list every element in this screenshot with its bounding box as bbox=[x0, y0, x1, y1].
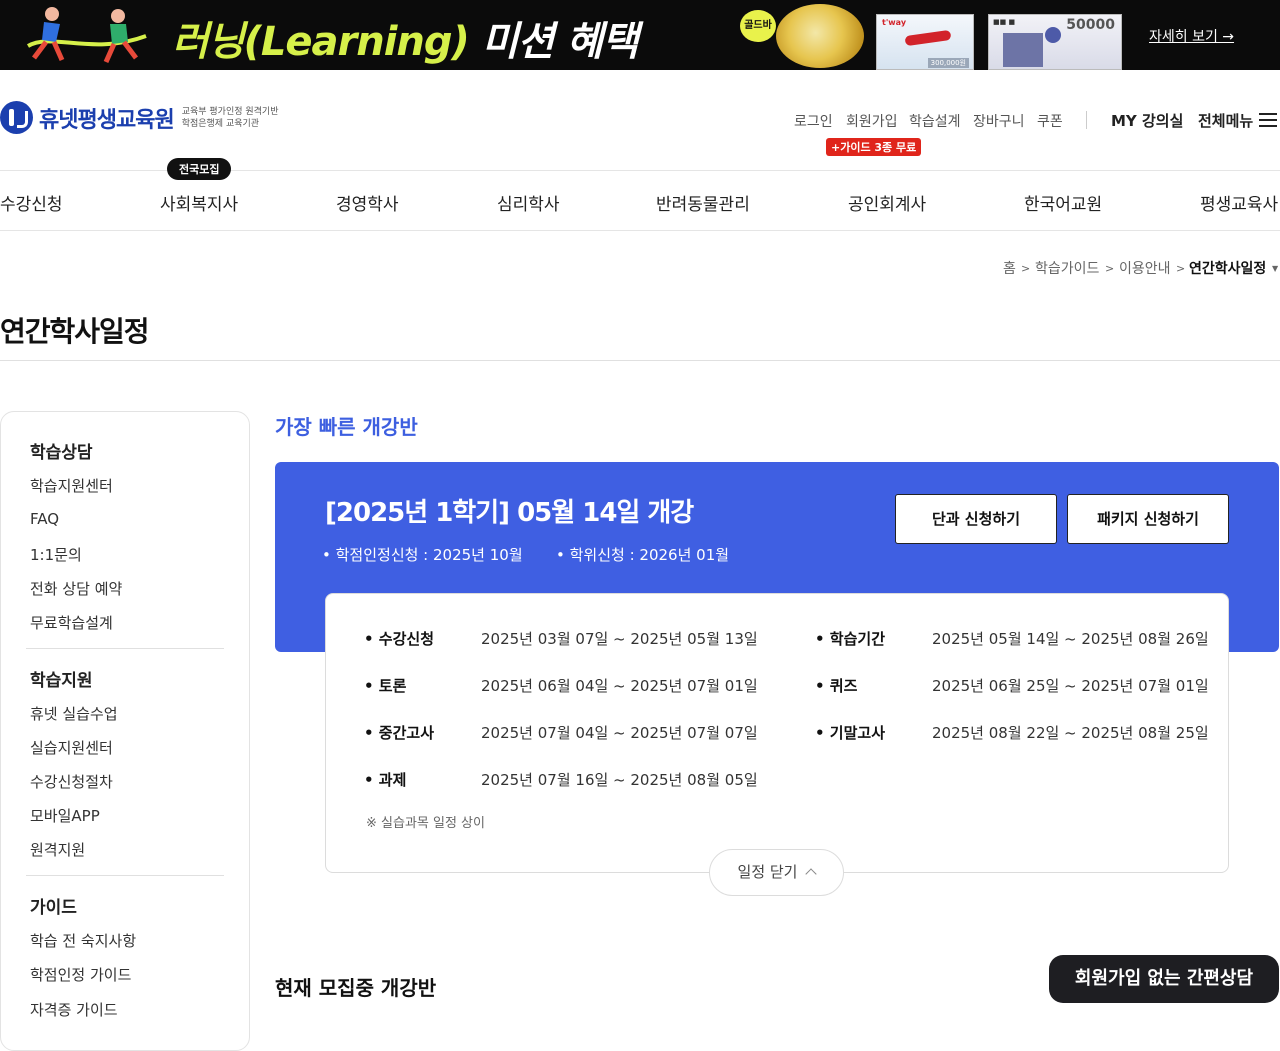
util-divider bbox=[1086, 111, 1087, 129]
schedule-value: 2025년 07월 04일 ~ 2025년 07월 07일 bbox=[481, 724, 758, 742]
sidebar-item-inquiry[interactable]: 1:1문의 bbox=[30, 544, 82, 565]
fastest-class-title: 가장 빠른 개강반 bbox=[275, 415, 418, 439]
gold-rose-image bbox=[776, 4, 864, 68]
quick-consult-button[interactable]: 회원가입 없는 간편상담 bbox=[1049, 955, 1279, 1003]
sidebar-group-support: 학습지원 bbox=[30, 671, 93, 691]
schedule-label: • 학습기간 bbox=[815, 630, 886, 648]
schedule-label: • 과제 bbox=[364, 771, 407, 789]
hamburger-icon[interactable] bbox=[1259, 113, 1277, 127]
airline-gift-card-image: t'way 300,000원 bbox=[876, 14, 974, 70]
title-divider bbox=[0, 360, 1280, 361]
sidebar-item-credit-guide[interactable]: 학점인정 가이드 bbox=[30, 964, 131, 985]
gnb-item-enroll[interactable]: 수강신청 bbox=[0, 190, 63, 215]
schedule-note: ※ 실습과목 일정 상이 bbox=[366, 816, 485, 831]
credit-apply-date: • 학점인정신청 : 2025년 10월 bbox=[322, 546, 523, 564]
sidebar-divider bbox=[26, 648, 224, 649]
breadcrumb-usage[interactable]: 이용안내 bbox=[1119, 258, 1171, 278]
class-open-title: [2025년 1학기] 05월 14일 개강 bbox=[325, 498, 694, 528]
degree-apply-date: • 학위신청 : 2026년 01월 bbox=[556, 546, 730, 564]
sidebar-item-faq[interactable]: FAQ bbox=[30, 510, 59, 528]
single-apply-button[interactable]: 단과 신청하기 bbox=[895, 494, 1057, 544]
logo-mark-icon bbox=[0, 101, 33, 134]
sidebar-item-support-center[interactable]: 학습지원센터 bbox=[30, 475, 113, 496]
close-schedule-button[interactable]: 일정 닫기 bbox=[709, 849, 844, 896]
all-menu-button[interactable]: 전체메뉴 bbox=[1198, 110, 1253, 131]
schedule-label: • 퀴즈 bbox=[815, 677, 858, 695]
sidebar-group-consult: 학습상담 bbox=[30, 443, 93, 463]
runner-illustration-icon bbox=[26, 7, 147, 64]
caret-down-icon[interactable]: ▼ bbox=[1272, 264, 1278, 273]
sidebar-group-guide: 가이드 bbox=[30, 898, 77, 918]
gift-certificate-image: ■■ ■ 50000 bbox=[988, 14, 1122, 70]
sidebar-item-practice-center[interactable]: 실습지원센터 bbox=[30, 737, 113, 758]
sidebar: 학습상담 학습지원센터 FAQ 1:1문의 전화 상담 예약 무료학습설계 학습… bbox=[0, 411, 250, 1051]
banner-headline: 러닝(Learning) 미션 혜택 bbox=[172, 19, 639, 65]
schedule-value: 2025년 08월 22일 ~ 2025년 08월 25일 bbox=[932, 724, 1209, 742]
site-logo[interactable]: 휴넷평생교육원 교육부 평가인정 원격기반 학점은행제 교육기관 bbox=[0, 101, 279, 134]
logo-subtitle: 교육부 평가인정 원격기반 학점은행제 교육기관 bbox=[181, 106, 279, 129]
promo-banner[interactable]: 러닝(Learning) 미션 혜택 골드바 t'way 300,000원 ■■… bbox=[0, 0, 1280, 70]
gnb-divider bbox=[0, 230, 1280, 231]
sidebar-divider bbox=[26, 875, 224, 876]
schedule-value: 2025년 05월 14일 ~ 2025년 08월 26일 bbox=[932, 630, 1209, 648]
schedule-label: • 토론 bbox=[364, 677, 407, 695]
sidebar-item-mobile-app[interactable]: 모바일APP bbox=[30, 805, 100, 826]
package-apply-button[interactable]: 패키지 신청하기 bbox=[1067, 494, 1229, 544]
schedule-value: 2025년 07월 16일 ~ 2025년 08월 05일 bbox=[481, 771, 758, 789]
gold-bar-badge: 골드바 bbox=[740, 10, 776, 42]
schedule-label: • 중간고사 bbox=[364, 724, 435, 742]
schedule-label: • 수강신청 bbox=[364, 630, 435, 648]
nationwide-recruit-badge: 전국모집 bbox=[167, 158, 232, 180]
banner-more-link[interactable]: 자세히 보기 → bbox=[1149, 26, 1234, 46]
cart-link[interactable]: 장바구니 bbox=[973, 111, 1025, 131]
signup-link[interactable]: 회원가입 bbox=[846, 111, 898, 131]
schedule-label: • 기말고사 bbox=[815, 724, 886, 742]
gnb-item-psychology[interactable]: 심리학사 bbox=[497, 190, 560, 215]
schedule-value: 2025년 06월 25일 ~ 2025년 07월 01일 bbox=[932, 677, 1209, 695]
schedule-value: 2025년 03월 07일 ~ 2025년 05월 13일 bbox=[481, 630, 758, 648]
guide-free-badge: +가이드 3종 무료 bbox=[826, 138, 922, 156]
chevron-up-icon bbox=[805, 868, 818, 880]
breadcrumb-study-guide[interactable]: 학습가이드 bbox=[1035, 258, 1099, 278]
sidebar-item-free-plan[interactable]: 무료학습설계 bbox=[30, 612, 113, 633]
gnb-item-cpa[interactable]: 공인회계사 bbox=[848, 190, 926, 215]
chevron-right-icon: > bbox=[1105, 262, 1115, 275]
breadcrumb-home[interactable]: 홈 bbox=[1003, 258, 1016, 278]
sidebar-item-remote-support[interactable]: 원격지원 bbox=[30, 839, 85, 860]
gnb-item-lifelong-edu[interactable]: 평생교육사 bbox=[1200, 190, 1278, 215]
gnb-item-social-worker[interactable]: 사회복지사 bbox=[160, 190, 238, 215]
sidebar-item-practice-class[interactable]: 휴넷 실습수업 bbox=[30, 703, 118, 724]
my-lecture-link[interactable]: MY 강의실 bbox=[1111, 110, 1183, 131]
gnb-item-pet-care[interactable]: 반려동물관리 bbox=[656, 190, 750, 215]
gnb-item-business[interactable]: 경영학사 bbox=[336, 190, 399, 215]
schedule-value: 2025년 06월 04일 ~ 2025년 07월 01일 bbox=[481, 677, 758, 695]
chevron-right-icon: > bbox=[1021, 262, 1031, 275]
sidebar-item-cert-guide[interactable]: 자격증 가이드 bbox=[30, 999, 118, 1020]
gnb-item-korean-teacher[interactable]: 한국어교원 bbox=[1024, 190, 1102, 215]
breadcrumb-current[interactable]: 연간학사일정 bbox=[1189, 258, 1266, 278]
study-plan-link[interactable]: 학습설계 bbox=[909, 111, 961, 131]
recruiting-classes-title: 현재 모집중 개강반 bbox=[275, 976, 437, 1000]
chevron-right-icon: > bbox=[1176, 262, 1186, 275]
coupon-link[interactable]: 쿠폰 bbox=[1037, 111, 1063, 131]
login-link[interactable]: 로그인 bbox=[794, 111, 833, 131]
sidebar-item-enroll-process[interactable]: 수강신청절차 bbox=[30, 771, 113, 792]
page-title: 연간학사일정 bbox=[0, 315, 150, 348]
sidebar-item-pre-study[interactable]: 학습 전 숙지사항 bbox=[30, 930, 136, 951]
sidebar-item-phone-reservation[interactable]: 전화 상담 예약 bbox=[30, 578, 122, 599]
